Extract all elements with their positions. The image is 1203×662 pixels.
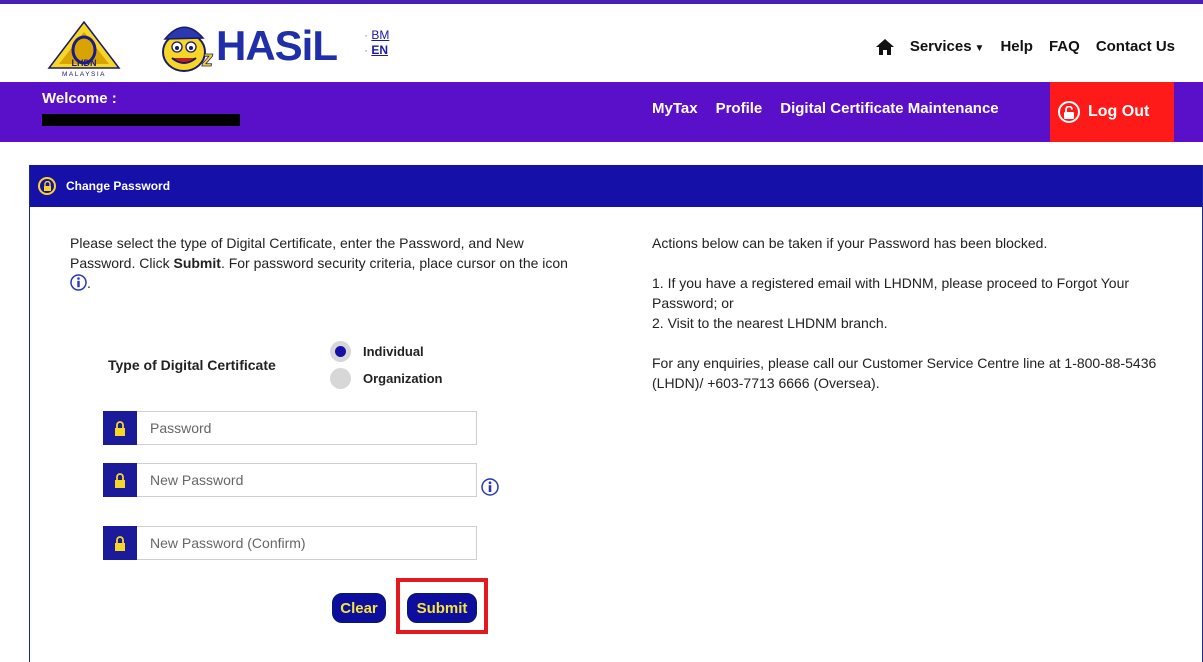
contact-us-link[interactable]: Contact Us bbox=[1096, 38, 1175, 55]
instructions-text-2: . For password security criteria, place … bbox=[220, 255, 568, 271]
hasil-logo[interactable]: z HASiL bbox=[156, 14, 346, 76]
logout-label: Log Out bbox=[1088, 103, 1150, 120]
radio-individual[interactable]: Individual bbox=[330, 341, 424, 362]
lang-en-link[interactable]: EN bbox=[371, 43, 388, 57]
new-password-input[interactable] bbox=[137, 463, 477, 497]
radio-individual-label: Individual bbox=[363, 344, 424, 359]
instructions-submit-word: Submit bbox=[173, 255, 221, 271]
blocked-password-help: Actions below can be taken if your Passw… bbox=[652, 233, 1172, 413]
mytax-link[interactable]: MyTax bbox=[652, 100, 698, 117]
password-field bbox=[103, 411, 477, 445]
clear-button[interactable]: Clear bbox=[332, 593, 386, 623]
language-switcher: · BM · EN bbox=[364, 28, 390, 57]
top-nav: Services ▼ Help FAQ Contact Us bbox=[875, 38, 1175, 55]
help-step-1: 1. If you have a registered email with L… bbox=[652, 275, 1130, 311]
radio-organization[interactable]: Organization bbox=[330, 368, 442, 389]
panel-header: Change Password bbox=[30, 165, 1202, 207]
panel-title: Change Password bbox=[66, 179, 171, 193]
confirm-password-field bbox=[103, 526, 477, 560]
password-input[interactable] bbox=[137, 411, 477, 445]
svg-text:z: z bbox=[201, 46, 213, 71]
help-link[interactable]: Help bbox=[1000, 38, 1033, 55]
password-criteria-info-icon[interactable] bbox=[481, 478, 499, 496]
certificate-type-label: Type of Digital Certificate bbox=[108, 357, 276, 373]
lock-icon bbox=[38, 177, 56, 195]
info-icon[interactable] bbox=[70, 274, 87, 291]
instructions: Please select the type of Digital Certif… bbox=[70, 233, 580, 293]
lhdn-logo-text: LHDN bbox=[72, 58, 97, 68]
home-icon[interactable] bbox=[875, 38, 894, 55]
site-header: LHDN MALAYSIA z HASiL · BM · EN Services… bbox=[0, 0, 1203, 82]
main-nav: MyTax Profile Digital Certificate Mainte… bbox=[652, 100, 999, 117]
lock-icon bbox=[103, 526, 137, 560]
lock-icon bbox=[103, 411, 137, 445]
services-label: Services bbox=[909, 38, 972, 55]
lock-icon bbox=[103, 463, 137, 497]
faq-link[interactable]: FAQ bbox=[1049, 38, 1080, 55]
malaysia-logo-text: MALAYSIA bbox=[62, 71, 106, 78]
new-password-field bbox=[103, 463, 477, 497]
caret-down-icon: ▼ bbox=[974, 43, 985, 54]
unlock-icon bbox=[1058, 101, 1080, 123]
instructions-end: . bbox=[87, 275, 91, 291]
help-step-2: 2. Visit to the nearest LHDNM branch. bbox=[652, 315, 888, 331]
lhdn-logo[interactable]: LHDN MALAYSIA bbox=[43, 18, 125, 78]
lang-bm-link[interactable]: BM bbox=[371, 28, 389, 42]
user-bar: Welcome : MyTax Profile Digital Certific… bbox=[0, 82, 1203, 142]
radio-organization-label: Organization bbox=[363, 371, 443, 386]
radio-icon[interactable] bbox=[330, 368, 351, 389]
digital-certificate-link[interactable]: Digital Certificate Maintenance bbox=[780, 100, 998, 117]
services-menu[interactable]: Services ▼ bbox=[910, 38, 985, 55]
welcome-label: Welcome : bbox=[42, 90, 117, 107]
help-steps: 1. If you have a registered email with L… bbox=[652, 273, 1172, 333]
confirm-password-input[interactable] bbox=[137, 526, 477, 560]
submit-highlight-box bbox=[396, 578, 488, 634]
logout-button[interactable]: Log Out bbox=[1050, 82, 1174, 142]
help-intro: Actions below can be taken if your Passw… bbox=[652, 235, 1048, 251]
help-contact: For any enquiries, please call our Custo… bbox=[652, 355, 1157, 391]
radio-icon[interactable] bbox=[330, 341, 351, 362]
profile-link[interactable]: Profile bbox=[716, 100, 763, 117]
redacted-username bbox=[42, 114, 240, 126]
change-password-panel: Change Password Please select the type o… bbox=[29, 165, 1203, 662]
hasil-logo-text: HASiL bbox=[216, 22, 337, 69]
